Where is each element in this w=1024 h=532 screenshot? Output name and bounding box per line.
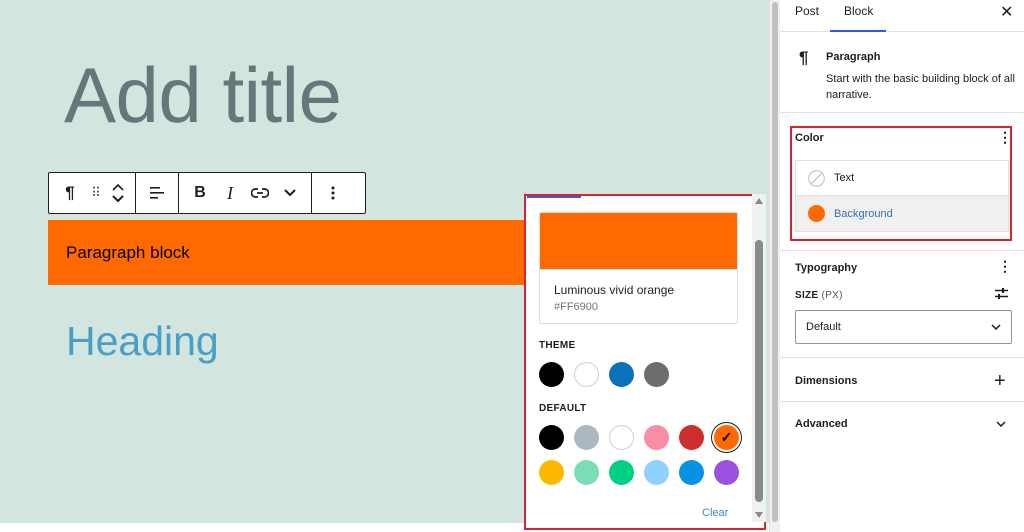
selected-color-hex: #FF6900 xyxy=(554,301,599,313)
default-palette-label: DEFAULT xyxy=(539,403,587,414)
theme-palette-label: THEME xyxy=(539,340,576,351)
checkmark-icon: ✓ xyxy=(720,429,733,445)
editor-scrollbar-thumb[interactable] xyxy=(772,2,778,522)
block-name: Paragraph xyxy=(826,51,881,63)
typography-panel-title[interactable]: Typography xyxy=(795,262,857,274)
color-swatch[interactable] xyxy=(679,460,704,485)
color-swatch[interactable] xyxy=(714,460,739,485)
block-toolbar-group-align xyxy=(136,173,179,213)
color-swatch[interactable] xyxy=(644,460,669,485)
font-size-select[interactable]: Default xyxy=(795,310,1012,344)
selected-color-preview[interactable]: Luminous vivid orange #FF6900 xyxy=(539,212,738,324)
color-swatch[interactable] xyxy=(609,362,634,387)
divider xyxy=(780,250,1024,251)
background-color-swatch xyxy=(808,205,825,222)
block-mover xyxy=(107,173,129,213)
block-options-kebab-icon[interactable] xyxy=(318,173,348,213)
more-formatting-chevron-down-icon[interactable] xyxy=(275,173,305,213)
font-size-label: SIZE (PX) xyxy=(795,290,843,301)
move-down-icon[interactable] xyxy=(112,195,124,203)
popover-tab-indicator xyxy=(527,196,581,198)
color-panel-title: Color xyxy=(795,132,824,144)
clear-color-button[interactable]: Clear xyxy=(702,507,728,519)
popover-scrollbar-thumb[interactable] xyxy=(755,240,763,502)
color-option-text[interactable]: Text xyxy=(796,161,1008,196)
paragraph-block-icon[interactable]: ¶ xyxy=(55,173,85,213)
advanced-panel-title[interactable]: Advanced xyxy=(795,418,848,430)
italic-button[interactable]: I xyxy=(215,173,245,213)
post-title[interactable]: Add title xyxy=(64,50,342,141)
paragraph-block[interactable]: Paragraph block xyxy=(48,220,528,285)
font-size-unit: (PX) xyxy=(821,290,843,301)
dimensions-panel-title[interactable]: Dimensions xyxy=(795,375,857,387)
bold-button[interactable]: B xyxy=(185,173,215,213)
color-swatch[interactable] xyxy=(644,425,669,450)
color-swatch[interactable] xyxy=(539,460,564,485)
color-swatch[interactable] xyxy=(539,362,564,387)
align-left-icon[interactable] xyxy=(142,173,172,213)
scroll-up-arrow-icon[interactable] xyxy=(755,198,763,204)
scroll-down-arrow-icon[interactable] xyxy=(755,512,763,518)
color-swatch[interactable] xyxy=(574,362,599,387)
paragraph-icon: ¶ xyxy=(799,48,809,67)
heading-block[interactable]: Heading xyxy=(66,318,219,365)
no-color-icon xyxy=(808,169,825,187)
sidebar-tabs: Post Block ✕ xyxy=(780,0,1024,32)
color-swatch[interactable] xyxy=(574,460,599,485)
font-size-label-text: SIZE xyxy=(795,290,819,301)
color-swatch[interactable] xyxy=(609,460,634,485)
color-options-list: Text Background xyxy=(795,160,1009,232)
editor-scrollbar[interactable] xyxy=(769,0,780,532)
font-size-select-value: Default xyxy=(806,321,841,333)
block-card: ¶ Paragraph Start with the basic buildin… xyxy=(780,32,1024,113)
selected-color-swatch xyxy=(540,213,737,270)
close-icon[interactable]: ✕ xyxy=(1000,2,1013,22)
block-toolbar-group-block: ¶ ⠿ xyxy=(49,173,136,213)
color-swatch[interactable] xyxy=(539,425,564,450)
block-toolbar-group-format: B I xyxy=(179,173,312,213)
add-dimensions-plus-icon[interactable]: + xyxy=(994,371,1006,391)
block-toolbar: ¶ ⠿ B I xyxy=(48,172,366,214)
tab-post[interactable]: Post xyxy=(795,4,819,18)
divider xyxy=(780,357,1024,358)
paragraph-text[interactable]: Paragraph block xyxy=(66,243,190,263)
color-panel-options-kebab-icon[interactable]: ⋮ xyxy=(998,130,1012,144)
color-swatch[interactable] xyxy=(679,425,704,450)
link-icon[interactable] xyxy=(245,173,275,213)
color-swatch[interactable] xyxy=(609,425,634,450)
custom-size-settings-icon[interactable] xyxy=(994,287,1009,300)
color-option-background[interactable]: Background xyxy=(796,196,1008,231)
chevron-down-icon xyxy=(991,324,1001,330)
tab-block[interactable]: Block xyxy=(844,4,873,18)
block-description: Start with the basic building block of a… xyxy=(826,73,1015,101)
color-option-background-label: Background xyxy=(834,207,893,220)
selected-color-name: Luminous vivid orange xyxy=(554,283,675,297)
color-swatch[interactable] xyxy=(644,362,669,387)
move-up-icon[interactable] xyxy=(112,183,124,191)
color-swatch[interactable] xyxy=(574,425,599,450)
color-swatch[interactable]: ✓ xyxy=(714,425,739,450)
block-toolbar-group-options xyxy=(312,173,354,213)
drag-handle-icon[interactable]: ⠿ xyxy=(85,173,107,213)
color-option-text-label: Text xyxy=(834,172,855,184)
popover-scrollbar[interactable] xyxy=(752,194,766,522)
advanced-chevron-down-icon[interactable] xyxy=(996,421,1006,427)
divider xyxy=(780,401,1024,402)
typography-options-kebab-icon[interactable]: ⋮ xyxy=(998,259,1012,273)
